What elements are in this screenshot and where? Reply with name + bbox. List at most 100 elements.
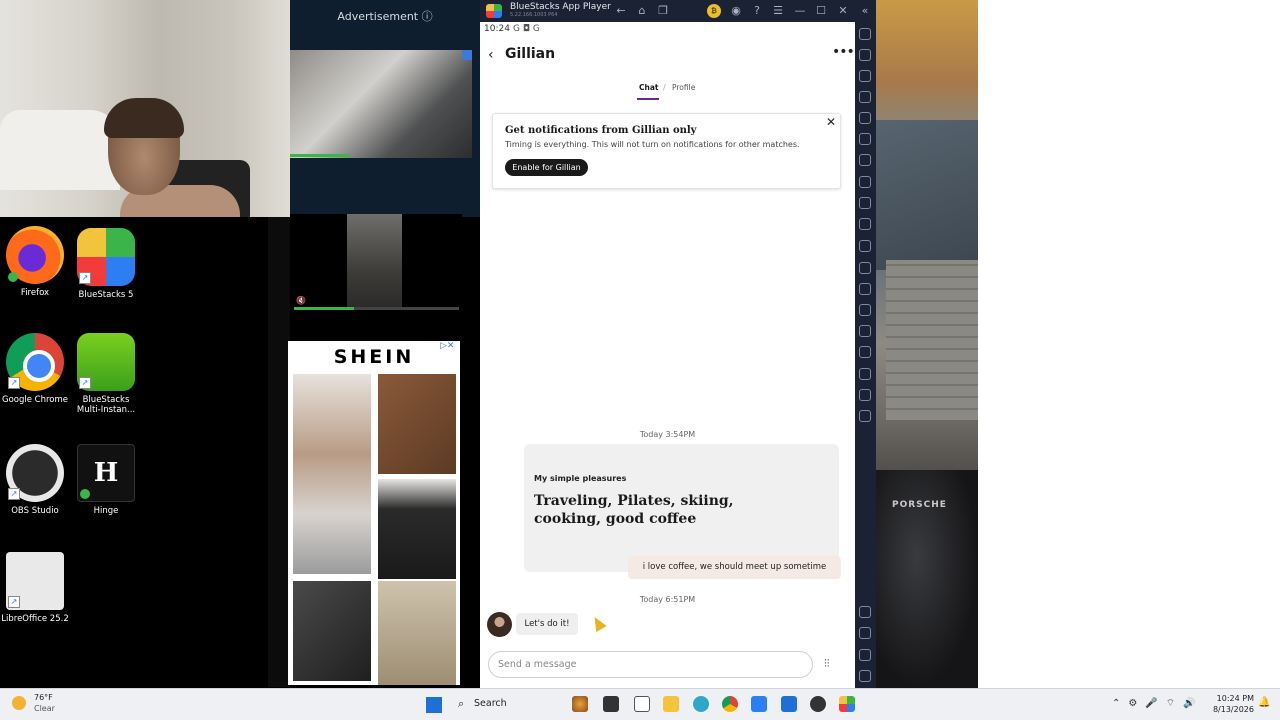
shortcut-arrow-icon: ↗ — [79, 272, 91, 284]
media-folder-icon[interactable] — [859, 262, 871, 274]
photos-icon[interactable] — [781, 696, 797, 712]
taskbar-clock-date[interactable]: 8/13/2026 — [1210, 705, 1254, 714]
maximize-icon[interactable]: ☐ — [814, 4, 828, 18]
sync-check-icon — [8, 272, 18, 282]
edge-icon[interactable] — [693, 696, 709, 712]
ad-video[interactable] — [290, 50, 472, 158]
adchoices-icon[interactable] — [462, 50, 472, 60]
desktop-icon-hinge[interactable]: H Hinge — [71, 444, 141, 516]
collapse-sidebar-icon[interactable]: « — [858, 4, 872, 18]
advertisement-label: Advertisement ⓘ — [337, 10, 433, 23]
prompt-answer: Traveling, Pilates, skiing, cooking, goo… — [534, 493, 734, 527]
keymapping-icon[interactable] — [859, 70, 871, 82]
home-icon[interactable]: ⌂ — [635, 4, 649, 18]
desktop-icon-chrome[interactable]: ↗ Google Chrome — [0, 333, 70, 405]
football-widget-icon[interactable] — [572, 696, 588, 712]
shortcut-arrow-icon: ↗ — [8, 377, 20, 389]
bluestacks-multi-instance-icon: ↗ — [77, 333, 135, 391]
recent-apps-icon[interactable]: ❐ — [656, 4, 670, 18]
volume-icon[interactable] — [859, 49, 871, 61]
bluestacks-logo-icon — [486, 4, 502, 18]
chat-back-icon[interactable]: ‹ — [488, 47, 494, 63]
taskbar-clock-time[interactable]: 10:24 PM — [1214, 694, 1254, 703]
record-icon[interactable] — [859, 218, 871, 230]
desktop-icon-label: BlueStacks Multi-Instan... — [76, 395, 136, 415]
calculator-icon[interactable] — [751, 696, 767, 712]
bluestacks-points-icon[interactable]: ₿ — [707, 4, 721, 18]
system-tray-icons[interactable]: ⌃⚙🎤⌔🔊 — [1112, 697, 1204, 710]
sent-message-bubble[interactable]: i love coffee, we should meet up sometim… — [628, 556, 841, 579]
file-explorer-icon[interactable] — [663, 696, 679, 712]
multi-instance-icon[interactable] — [859, 304, 871, 316]
screenshot-icon[interactable] — [859, 197, 871, 209]
shein-product-image[interactable] — [293, 374, 371, 574]
more-options-icon[interactable]: ••• — [832, 44, 855, 60]
desktop-icon-libreoffice[interactable]: ↗ LibreOffice 25.2 — [0, 552, 70, 624]
enable-notifications-button[interactable]: Enable for Gillian — [505, 159, 588, 176]
taskbar-search[interactable]: Search — [474, 698, 507, 709]
libreoffice-icon: ↗ — [6, 552, 64, 610]
desktop-icon-bluestacks[interactable]: ↗ BlueStacks 5 — [71, 228, 141, 300]
tab-profile[interactable]: Profile — [672, 83, 695, 92]
bluestacks-taskbar-icon[interactable] — [839, 696, 855, 712]
desktop-icon-obs[interactable]: ↗ OBS Studio — [0, 444, 70, 516]
received-message-bubble[interactable]: Let's do it! — [516, 613, 578, 635]
chrome-taskbar-icon[interactable] — [722, 696, 738, 712]
shein-product-image[interactable] — [293, 581, 371, 681]
install-apk-icon[interactable] — [859, 154, 871, 166]
shortcut-arrow-icon: ↗ — [79, 377, 91, 389]
task-view-icon[interactable] — [603, 696, 619, 712]
notepad-icon[interactable] — [634, 696, 650, 712]
android-home-icon[interactable] — [859, 649, 871, 661]
shein-product-image[interactable] — [378, 581, 456, 685]
desktop-icon-label: Hinge — [93, 506, 119, 516]
shake-icon[interactable] — [859, 240, 871, 252]
weather-temperature[interactable]: 76°F — [34, 693, 53, 702]
mute-icon[interactable]: 🔇 — [296, 296, 306, 305]
layers-icon[interactable] — [859, 368, 871, 380]
account-icon[interactable]: ◉ — [729, 4, 743, 18]
performance-icon[interactable] — [859, 176, 871, 188]
rotate-icon[interactable] — [859, 133, 871, 145]
fullscreen-icon[interactable] — [859, 28, 871, 40]
ad-close-icon[interactable]: ▷✕ — [440, 341, 454, 351]
minimize-icon[interactable]: — — [793, 4, 807, 18]
settings-icon[interactable] — [859, 606, 871, 618]
desktop-icon-label: LibreOffice 25.2 — [1, 614, 69, 624]
wallpaper-car: PORSCHE — [876, 470, 978, 688]
weather-condition[interactable]: Clear — [34, 704, 55, 713]
macro-icon[interactable] — [859, 112, 871, 124]
close-icon[interactable]: ✕ — [836, 4, 850, 18]
ad-video-2[interactable]: 🔇 — [290, 214, 462, 312]
wallpaper-stone-wall — [886, 260, 978, 420]
back-icon[interactable]: ← — [614, 4, 628, 18]
location-pin-icon[interactable] — [859, 346, 871, 358]
notification-bell-icon[interactable]: 🔔 — [1258, 697, 1270, 708]
help-icon[interactable]: ? — [750, 4, 764, 18]
sync-icon[interactable] — [859, 389, 871, 401]
sidebar-toggle-icon[interactable] — [859, 410, 871, 422]
webcam-person-hair — [104, 98, 184, 138]
desktop-icon-firefox[interactable]: Firefox — [0, 226, 70, 298]
windows-start-icon[interactable] — [426, 697, 442, 713]
location-icon[interactable] — [859, 283, 871, 295]
android-recents-icon[interactable] — [859, 670, 871, 682]
message-input[interactable]: Send a message — [488, 651, 813, 678]
shein-ad[interactable]: SHEIN ▷✕ — [288, 341, 460, 685]
shein-product-image[interactable] — [378, 374, 456, 474]
android-back-icon[interactable] — [859, 627, 871, 639]
desktop-icon-label: BlueStacks 5 — [78, 290, 134, 300]
close-icon[interactable]: ✕ — [826, 115, 836, 129]
voice-note-icon[interactable]: ⫶⫶ — [824, 657, 830, 671]
status-icons: G ◘ G — [513, 24, 540, 34]
obs-taskbar-icon[interactable] — [810, 696, 826, 712]
match-avatar[interactable] — [487, 612, 512, 637]
desktop-icon-bluestacks-multi[interactable]: ↗ BlueStacks Multi-Instan... — [71, 333, 141, 415]
gamepad-icon[interactable] — [859, 91, 871, 103]
tab-chat[interactable]: Chat — [639, 83, 659, 92]
weather-moon-icon[interactable] — [12, 696, 26, 710]
shein-product-image[interactable] — [378, 479, 456, 579]
menu-icon[interactable]: ☰ — [771, 4, 785, 18]
search-icon[interactable]: ⌕ — [458, 697, 464, 711]
eco-mode-icon[interactable] — [859, 325, 871, 337]
